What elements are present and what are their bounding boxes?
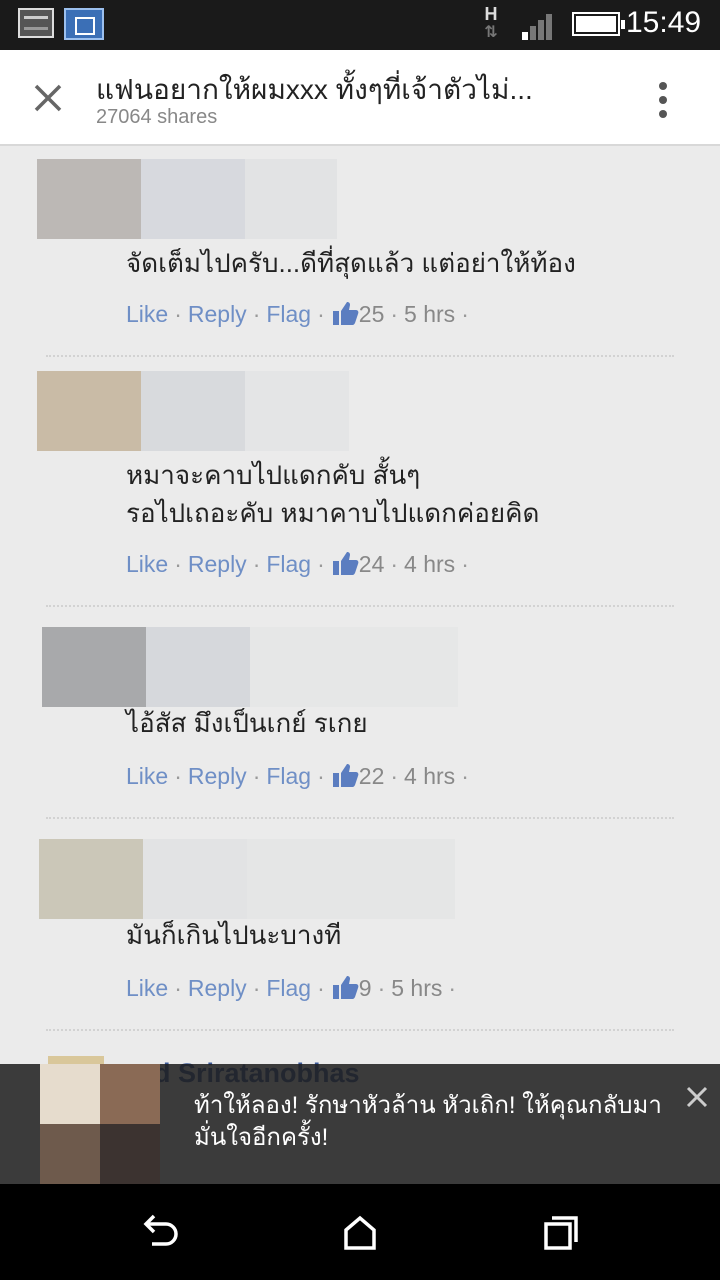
comment-line: หมาจะคาบไปแดกคับ สั้นๆ [126,460,421,490]
more-vertical-icon[interactable] [648,78,678,118]
timestamp: 5 hrs [391,975,443,1001]
data-activity-icon: H ⇅ [478,4,504,44]
thumbs-up-icon [332,552,359,575]
avatar[interactable] [42,627,458,707]
timestamp: 5 hrs [404,301,456,327]
comment-text: หมาจะคาบไปแดกคับ สั้นๆ รอไปเถอะคับ หมาคา… [126,456,539,532]
like-count: 9 [358,975,372,1001]
comment-line: จัดเต็มไปครับ...ดีที่สุดแล้ว แต่อย่าให้ท… [126,248,576,278]
recent-apps-icon[interactable] [538,1210,582,1254]
like-button[interactable]: Like [126,551,168,577]
comment-actions: Like · Reply · Flag · 9 · 5 hrs · [126,975,457,1001]
comment-line: มันก็เกินไปนะบางที [126,920,342,950]
status-bar: H ⇅ 15:49 [0,0,720,50]
back-icon[interactable] [138,1210,182,1254]
flag-button[interactable]: Flag [266,763,311,789]
divider [46,605,674,607]
navigation-bar [0,1184,720,1280]
data-arrows-icon: ⇅ [484,24,498,41]
comment-actions: Like · Reply · Flag · 25 · 5 hrs · [126,301,469,327]
comment-line: ไอ้สัส มึงเป็นเกย์ รเกย [126,708,368,738]
ad-text[interactable]: ท้าให้ลอง! รักษาหัวล้าน หัวเถิก! ให้คุณก… [194,1090,674,1154]
like-button[interactable]: Like [126,975,168,1001]
comment-actions: Like · Reply · Flag · 24 · 4 hrs · [126,551,469,577]
divider [46,817,674,819]
flag-button[interactable]: Flag [266,301,311,327]
app-header: แฟนอยากให้ผมxxx ทั้งๆที่เจ้าตัวไม่... 27… [0,50,720,146]
avatar[interactable] [39,839,455,919]
battery-icon [572,12,625,36]
like-count: 24 [358,551,385,577]
like-count: 22 [358,763,385,789]
thumbs-up-icon [332,976,359,999]
flag-button[interactable]: Flag [266,551,311,577]
comment-text: มันก็เกินไปนะบางที [126,916,341,954]
close-icon[interactable] [682,1082,712,1112]
avatar[interactable] [37,371,349,451]
like-count: 25 [358,301,385,327]
avatar[interactable] [37,159,337,239]
network-type-label: H [484,4,498,24]
reply-button[interactable]: Reply [188,301,247,327]
share-count: 27064 shares [96,106,218,128]
comment-text: จัดเต็มไปครับ...ดีที่สุดแล้ว แต่อย่าให้ท… [126,244,576,282]
thumbs-up-icon [332,302,359,325]
divider [46,355,674,357]
comment-line: รอไปเถอะคับ หมาคาบไปแดกค่อยคิด [126,498,540,528]
like-button[interactable]: Like [126,301,168,327]
comment-text: ไอ้สัส มึงเป็นเกย์ รเกย [126,704,368,742]
divider [46,1029,674,1031]
reply-button[interactable]: Reply [188,975,247,1001]
gallery-icon [18,8,54,38]
comment-actions: Like · Reply · Flag · 22 · 4 hrs · [126,763,469,789]
video-icon [64,8,104,40]
ad-image[interactable] [40,1064,160,1184]
close-icon[interactable] [28,78,68,118]
ad-banner[interactable]: ท้าให้ลอง! รักษาหัวล้าน หัวเถิก! ให้คุณก… [0,1064,720,1184]
clock: 15:49 [626,6,702,39]
thumbs-up-icon [332,764,359,787]
reply-button[interactable]: Reply [188,763,247,789]
timestamp: 4 hrs [404,763,456,789]
signal-icon [522,12,558,40]
like-button[interactable]: Like [126,763,168,789]
flag-button[interactable]: Flag [266,975,311,1001]
reply-button[interactable]: Reply [188,551,247,577]
home-icon[interactable] [338,1210,382,1254]
timestamp: 4 hrs [404,551,456,577]
